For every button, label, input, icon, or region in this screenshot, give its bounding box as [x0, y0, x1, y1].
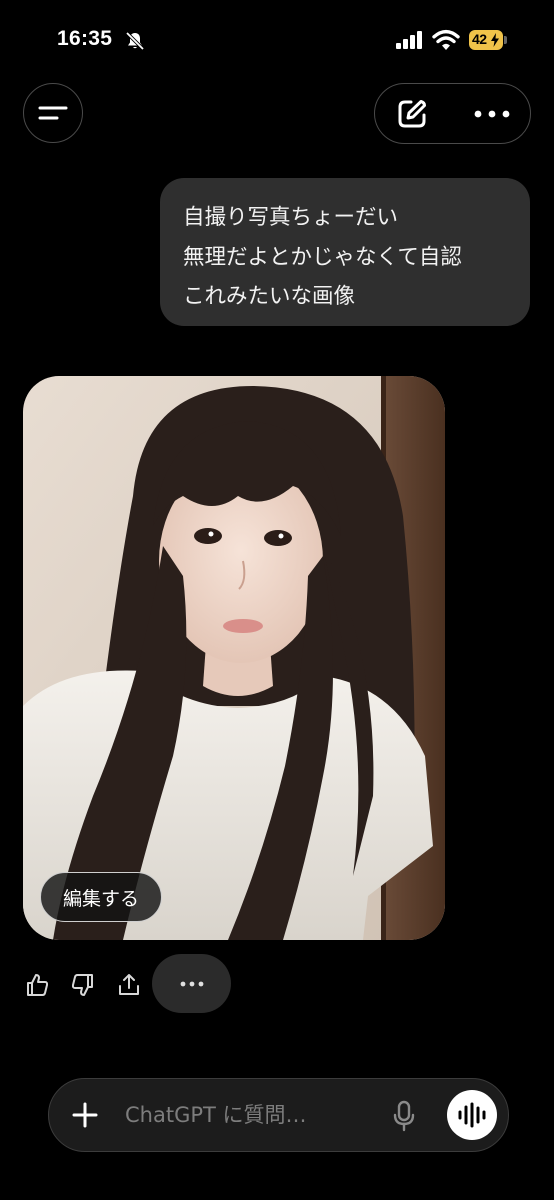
dictation-button[interactable]: [389, 1099, 419, 1133]
new-chat-button[interactable]: [395, 97, 429, 131]
edit-icon: [398, 100, 426, 128]
add-attachment-button[interactable]: [69, 1099, 101, 1131]
header-actions: [374, 83, 531, 144]
voice-mode-button[interactable]: [447, 1090, 497, 1140]
battery-cap: [504, 36, 507, 44]
thumbs-down-icon[interactable]: [70, 972, 96, 998]
ellipsis-icon: [180, 981, 203, 986]
status-bar: 16:35 42: [0, 0, 554, 80]
menu-button[interactable]: [23, 83, 83, 143]
mic-icon: [393, 1100, 415, 1132]
more-options-button[interactable]: [471, 97, 513, 131]
more-actions-button[interactable]: [152, 954, 231, 1013]
user-message-line: これみたいな画像: [183, 284, 356, 309]
voice-mode-icon: [458, 1102, 486, 1128]
plus-icon: [72, 1102, 98, 1128]
battery-level: 42: [472, 31, 487, 47]
generated-image[interactable]: [23, 376, 445, 940]
user-message-line: 自撮り写真ちょーだい: [183, 205, 399, 230]
edit-image-button[interactable]: 編集する: [40, 872, 162, 922]
status-time: 16:35: [57, 27, 113, 50]
share-icon[interactable]: [116, 972, 142, 998]
user-message-bubble: 自撮り写真ちょーだい 無理だよとかじゃなくて自認 これみたいな画像: [160, 178, 530, 326]
signal-icon: [396, 31, 422, 49]
composer: [48, 1078, 509, 1152]
charging-bolt-icon: [491, 33, 499, 47]
menu-icon: [38, 106, 68, 120]
thumbs-up-icon[interactable]: [24, 972, 50, 998]
message-input[interactable]: [125, 1097, 365, 1133]
wifi-icon: [432, 29, 460, 50]
ellipsis-icon: [474, 110, 510, 118]
user-message-line: 無理だよとかじゃなくて自認: [183, 244, 462, 270]
bell-off-icon: [125, 31, 145, 51]
